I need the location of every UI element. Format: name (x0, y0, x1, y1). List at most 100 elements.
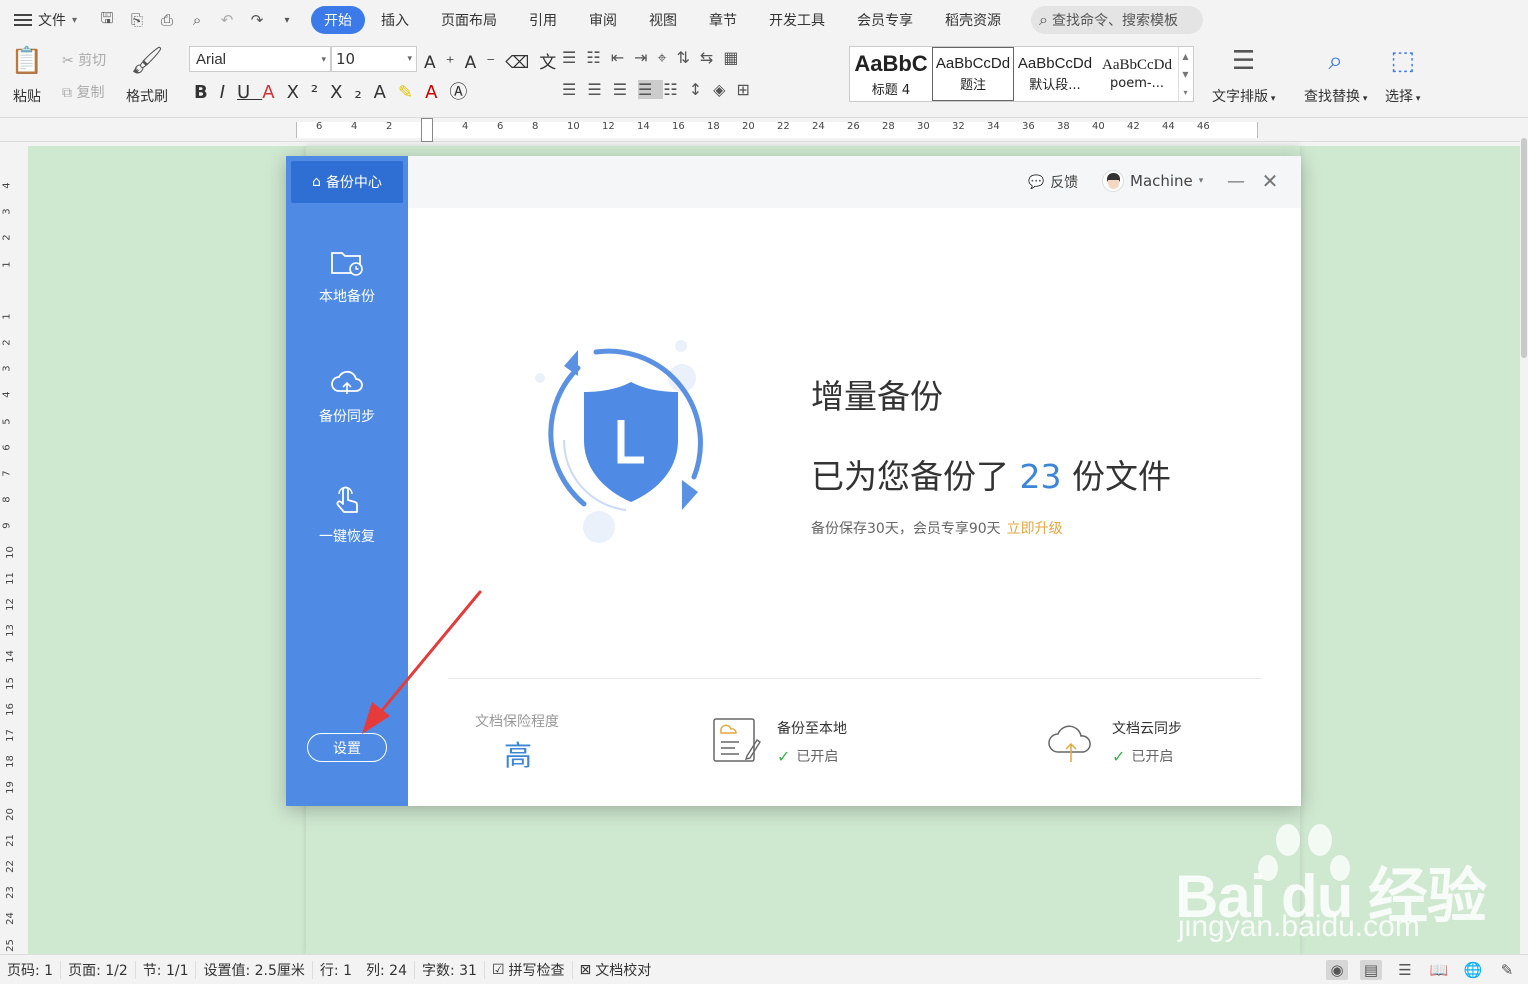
customize-chevron-icon[interactable]: ▾ (277, 10, 297, 30)
tab-developer[interactable]: 开发工具 (753, 6, 841, 34)
sidebar-item-one-click-restore[interactable]: 一键恢复 (286, 484, 408, 546)
show-marks-icon[interactable]: ⇆ (700, 48, 723, 67)
paste-button[interactable]: 📋 粘贴 (10, 44, 44, 106)
table-grid-icon[interactable]: ▦ (723, 48, 748, 67)
font-color-icon[interactable]: A (425, 82, 449, 103)
minimize-button[interactable]: — (1226, 170, 1246, 192)
tab-references[interactable]: 引用 (513, 6, 573, 34)
export-icon[interactable]: ⎘ (127, 10, 147, 30)
numbered-list-icon[interactable]: ☷ (586, 48, 610, 67)
shrink-font-icon[interactable]: A⁻ (465, 53, 506, 73)
chevron-down-icon[interactable]: ▼ (1182, 70, 1188, 79)
style-heading-4[interactable]: AaBbC 标题 4 (850, 47, 932, 101)
vertical-scrollbar[interactable] (1520, 118, 1528, 954)
page-indicator[interactable]: 页面: 1/2 (61, 960, 136, 979)
ruler-tick: 18 (707, 121, 720, 132)
shading-icon[interactable]: ◈ (713, 80, 736, 99)
web-view-icon[interactable]: 🌐 (1462, 960, 1484, 980)
sidebar-item-backup-sync[interactable]: 备份同步 (286, 364, 408, 426)
clear-format-icon[interactable]: ⌫ (505, 53, 539, 73)
user-menu[interactable]: Machine ▾ (1102, 170, 1203, 192)
tab-home[interactable]: 开始 (311, 6, 366, 34)
chevron-up-icon[interactable]: ▲ (1182, 52, 1188, 61)
gallery-scroll[interactable]: ▲ ▼ ▾ (1178, 47, 1192, 101)
tab-member[interactable]: 会员专享 (841, 6, 929, 34)
cloud-sync-state: ✓ 已开启 (1112, 746, 1182, 766)
print-preview-icon[interactable]: ⌕ (187, 10, 207, 30)
font-size-select[interactable]: 10 ▾ (331, 46, 417, 72)
cloud-sync-text: 文档云同步 ✓ 已开启 (1112, 716, 1182, 766)
local-document-icon (713, 718, 761, 762)
tab-view[interactable]: 视图 (633, 6, 693, 34)
subscript-icon[interactable]: X₂ (330, 82, 374, 103)
page-view-icon[interactable]: ▤ (1360, 960, 1382, 980)
section-indicator[interactable]: 节: 1/1 (136, 960, 197, 979)
doc-check-button[interactable]: ⊠ 文档校对 (573, 961, 659, 979)
borders-icon[interactable]: ⊞ (736, 80, 760, 99)
print-icon[interactable]: ⎙ (157, 10, 177, 30)
outline-view-icon[interactable]: ☰ (1394, 960, 1416, 980)
line-spacing-icon[interactable]: ↕ (689, 80, 713, 99)
char-border-icon[interactable]: Ⓐ (449, 82, 479, 103)
close-button[interactable]: ✕ (1260, 169, 1280, 193)
style-default-paragraph[interactable]: AaBbCcDd 默认段... (1014, 47, 1096, 101)
bold-icon[interactable]: B (194, 82, 220, 103)
justify-icon[interactable]: ☰ (638, 80, 664, 99)
font-name-select[interactable]: Arial ▾ (189, 46, 331, 72)
align-left-icon[interactable]: ☰ (562, 80, 587, 99)
chinese-layout-icon[interactable]: ⌖ (658, 48, 677, 67)
feedback-button[interactable]: 💬 反馈 (1028, 172, 1078, 192)
setting-value[interactable]: 设置值: 2.5厘米 (196, 960, 313, 979)
style-poem[interactable]: AaBbCcDd poem-... (1096, 47, 1178, 101)
horizontal-ruler[interactable]: 6422468101214161820222426283032343638404… (0, 118, 1528, 142)
underline-icon[interactable]: U (237, 82, 262, 103)
bullet-list-icon[interactable]: ☰ (562, 48, 586, 67)
upgrade-link[interactable]: 立即升级 (1007, 521, 1063, 537)
outdent-icon[interactable]: ⇤ (611, 48, 634, 67)
text-effect-icon[interactable]: A (374, 82, 398, 103)
strikethrough-icon[interactable]: A (262, 82, 286, 103)
pen-icon[interactable]: ✎ (1496, 960, 1518, 980)
style-caption[interactable]: AaBbCcDd 题注 (932, 47, 1014, 101)
scrollbar-thumb[interactable] (1521, 138, 1527, 358)
settings-button[interactable]: 设置 (307, 733, 387, 762)
home-icon: ⌂ (312, 174, 321, 190)
backup-center-tab[interactable]: ⌂ 备份中心 (291, 161, 403, 203)
find-replace-button[interactable]: ⌕ 查找替换 ▾ (1304, 44, 1367, 106)
superscript-icon[interactable]: X² (287, 82, 331, 103)
vertical-ruler[interactable]: 4 3 2 1 1 2 3 4 5 6 7 8 9 10 11 12 13 14 15 16 17 18 19 20 21 22 2… (0, 146, 18, 954)
expand-icon[interactable]: ▾ (1183, 88, 1187, 97)
redo-icon[interactable]: ↷ (247, 10, 267, 30)
eye-protection-icon[interactable]: ◉ (1326, 960, 1348, 980)
sidebar-item-local-backup[interactable]: 本地备份 (286, 244, 408, 306)
ruler-tick: 17 (4, 729, 16, 742)
command-search[interactable]: ⌕ 查找命令、搜索模板 (1031, 6, 1204, 34)
align-right-icon[interactable]: ☰ (613, 80, 638, 99)
undo-icon[interactable]: ↶ (217, 10, 237, 30)
indent-icon[interactable]: ⇥ (634, 48, 657, 67)
grow-font-icon[interactable]: A⁺ (424, 53, 465, 73)
word-count[interactable]: 字数: 31 (415, 960, 485, 979)
tab-insert[interactable]: 插入 (365, 6, 425, 34)
hamburger-icon (14, 14, 32, 26)
tab-review[interactable]: 审阅 (573, 6, 633, 34)
save-icon[interactable]: 🖫 (97, 9, 117, 30)
page-code[interactable]: 页码: 1 (0, 960, 62, 979)
select-button[interactable]: ⬚ 选择 ▾ (1385, 44, 1420, 106)
indent-marker-icon[interactable] (421, 118, 433, 142)
align-center-icon[interactable]: ☰ (587, 80, 612, 99)
distribute-icon[interactable]: ☷ (663, 80, 688, 99)
reading-view-icon[interactable]: 📖 (1428, 960, 1450, 980)
tab-docer[interactable]: 稻壳资源 (929, 6, 1017, 34)
format-painter-button[interactable]: 🖌 格式刷 (126, 44, 168, 106)
tab-chapter[interactable]: 章节 (693, 6, 753, 34)
cut-button[interactable]: ✂ 剪切 (62, 50, 106, 70)
spell-check-button[interactable]: ☑ 拼写检查 (485, 960, 573, 979)
highlight-icon[interactable]: ✎ (398, 82, 425, 103)
sort-icon[interactable]: ⇅ (677, 48, 700, 67)
tab-page-layout[interactable]: 页面布局 (425, 6, 513, 34)
italic-icon[interactable]: I (220, 82, 237, 103)
copy-button[interactable]: ⧉ 复制 (62, 82, 104, 102)
text-layout-button[interactable]: ☰ 文字排版 ▾ (1212, 44, 1275, 106)
file-menu-button[interactable]: 文件 ▾ (14, 10, 77, 30)
